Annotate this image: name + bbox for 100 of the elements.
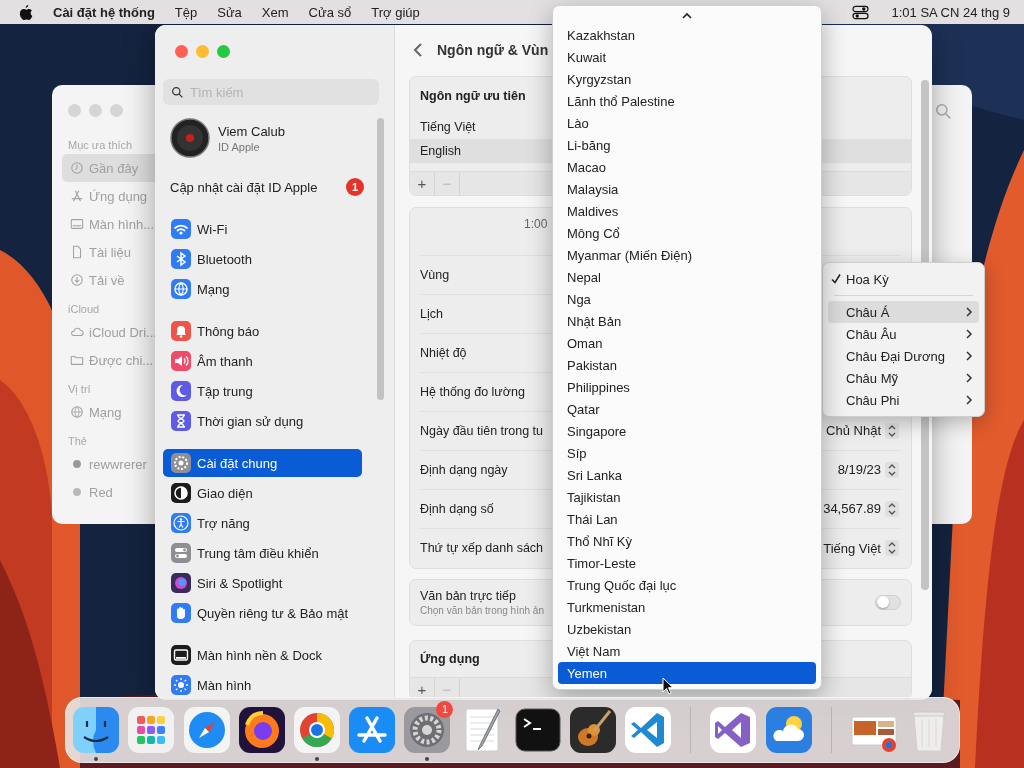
sidebar-item[interactable]: Quyền riêng tư & Bảo mật [163,598,362,628]
search-icon[interactable] [935,103,952,120]
popup-button[interactable]: 8/19/23 [831,459,901,480]
sidebar-item[interactable]: Màn hình nền & Dock [163,640,362,670]
menu-item[interactable]: Cửa sổ [308,4,352,20]
list-option[interactable]: Li-băng [558,134,816,156]
list-option[interactable]: Mông Cổ [558,222,816,244]
sidebar-item[interactable]: Wi-Fi [163,214,362,244]
back-icon[interactable] [413,42,423,59]
list-option[interactable]: Myanmar (Miến Điện) [558,244,816,266]
list-option[interactable]: Philippines [558,376,816,398]
notification-badge: 1 [436,701,454,718]
app-menu[interactable]: Cài đặt hệ thống [53,4,155,20]
terminal-icon[interactable] [512,705,563,755]
globe-icon [70,405,84,419]
setting-label: Hệ thống đo lường [420,384,525,399]
list-option[interactable]: Kyrgyzstan [558,68,816,90]
account-subtitle: ID Apple [218,140,261,153]
list-option[interactable]: Nepal [558,266,816,288]
list-option[interactable]: Maldives [558,200,816,222]
add-button[interactable]: + [410,171,435,195]
menu-item[interactable]: Hoa Kỳ [828,268,979,290]
smiling-face-icon[interactable] [71,705,122,755]
submenu-item[interactable]: Châu Âu [828,323,979,345]
toggle-switch[interactable] [875,594,901,610]
sidebar-item[interactable]: Tập trung [163,376,362,406]
sidebar-item[interactable]: Thông báo [163,316,362,346]
list-option[interactable]: Macao [558,156,816,178]
list-option[interactable]: Việt Nam [558,640,816,662]
sidebar-item[interactable]: Trung tâm điều khiển [163,538,362,568]
tag-dot [70,457,84,471]
tag-dot [70,485,84,499]
list-option[interactable]: Turkmenistan [558,596,816,618]
infinity-ribbon-icon[interactable] [708,705,759,755]
sidebar-item[interactable]: Giao diện [163,478,362,508]
zoom-button[interactable] [217,44,230,58]
document-icon [70,245,84,259]
popup-button[interactable]: Chủ Nhật [820,420,901,441]
list-option[interactable]: Yemen [558,662,816,684]
fox-globe-icon[interactable] [236,705,287,755]
list-option[interactable]: Singapore [558,420,816,442]
list-option[interactable]: Kuwait [558,46,816,68]
apple-icon[interactable] [18,3,33,21]
list-option[interactable]: Trung Quốc đại lục [558,574,816,596]
list-option[interactable]: Thổ Nhĩ Kỳ [558,530,816,552]
submenu-item[interactable]: Châu Đại Dương [828,345,979,367]
stepper-icon [885,500,899,517]
stepper-icon [885,540,899,557]
control-center-icon[interactable] [852,4,870,20]
submenu-item[interactable]: Châu Phi [828,389,979,411]
sidebar-item[interactable]: Thời gian sử dụng [163,406,362,436]
menu-item[interactable]: Sửa [217,4,242,20]
list-option[interactable]: Síp [558,442,816,464]
sidebar-item[interactable]: Siri & Spotlight [163,568,362,598]
chevron-icon [965,394,973,406]
page-title: Ngôn ngữ & Vùn [437,42,549,59]
setting-label: Định dạng ngày [420,462,508,477]
app-grid-icon[interactable] [126,705,177,755]
list-option[interactable]: Uzbekistan [558,618,816,640]
a-shape-icon[interactable] [347,705,398,755]
list-option[interactable]: Qatar [558,398,816,420]
list-option[interactable]: Nga [558,288,816,310]
list-option[interactable]: Malaysia [558,178,816,200]
list-option[interactable]: Pakistan [558,354,816,376]
folded-ribbon-icon[interactable] [623,705,674,755]
menu-bar-clock[interactable]: 1:01 SA CN 24 thg 9 [891,4,1010,20]
list-option[interactable]: Kazakhstan [558,24,816,46]
gear-icon[interactable] [402,705,453,755]
group-title: Ứng dụng [420,652,480,666]
sidebar-item[interactable]: Cài đặt chung [163,449,362,477]
sidebar-item[interactable]: Bluetooth [163,244,362,274]
menu-item[interactable]: Tệp [174,4,198,20]
list-option[interactable]: Nhật Bản [558,310,816,332]
sidebar-item[interactable]: Mạng [163,274,362,304]
list-option[interactable]: Tajikistan [558,486,816,508]
update-link[interactable]: Cập nhật cài đặt ID Apple [170,179,318,195]
guitar-icon[interactable] [567,705,618,755]
stepper-icon [885,461,899,478]
submenu-item[interactable]: Châu Mỹ [828,367,979,389]
list-option[interactable]: Thái Lan [558,508,816,530]
clock-icon [70,161,84,175]
sidebar-item[interactable]: Màn hình [163,670,362,700]
list-option[interactable]: Lào [558,112,816,134]
menu-item[interactable]: Trợ giúp [371,4,420,20]
avatar[interactable] [170,118,210,158]
sidebar-item[interactable]: Trợ năng [163,508,362,538]
setting-label: Vùng [420,267,450,282]
sidebar-item[interactable]: Âm thanh [163,346,362,376]
scroll-up-icon[interactable] [681,12,693,20]
cloud-sun-icon[interactable] [763,705,814,755]
list-option[interactable]: Oman [558,332,816,354]
list-option[interactable]: Lãnh thổ Palestine [558,90,816,112]
close-button[interactable] [175,44,188,58]
scrollbar[interactable] [377,118,384,400]
time-preview: 1:00 [524,216,548,231]
menu-item[interactable]: Xem [261,4,289,20]
list-option[interactable]: Sri Lanka [558,464,816,486]
list-option[interactable]: Timor-Leste [558,552,816,574]
submenu-item[interactable]: Châu Á [828,301,979,323]
download-icon [70,273,84,287]
